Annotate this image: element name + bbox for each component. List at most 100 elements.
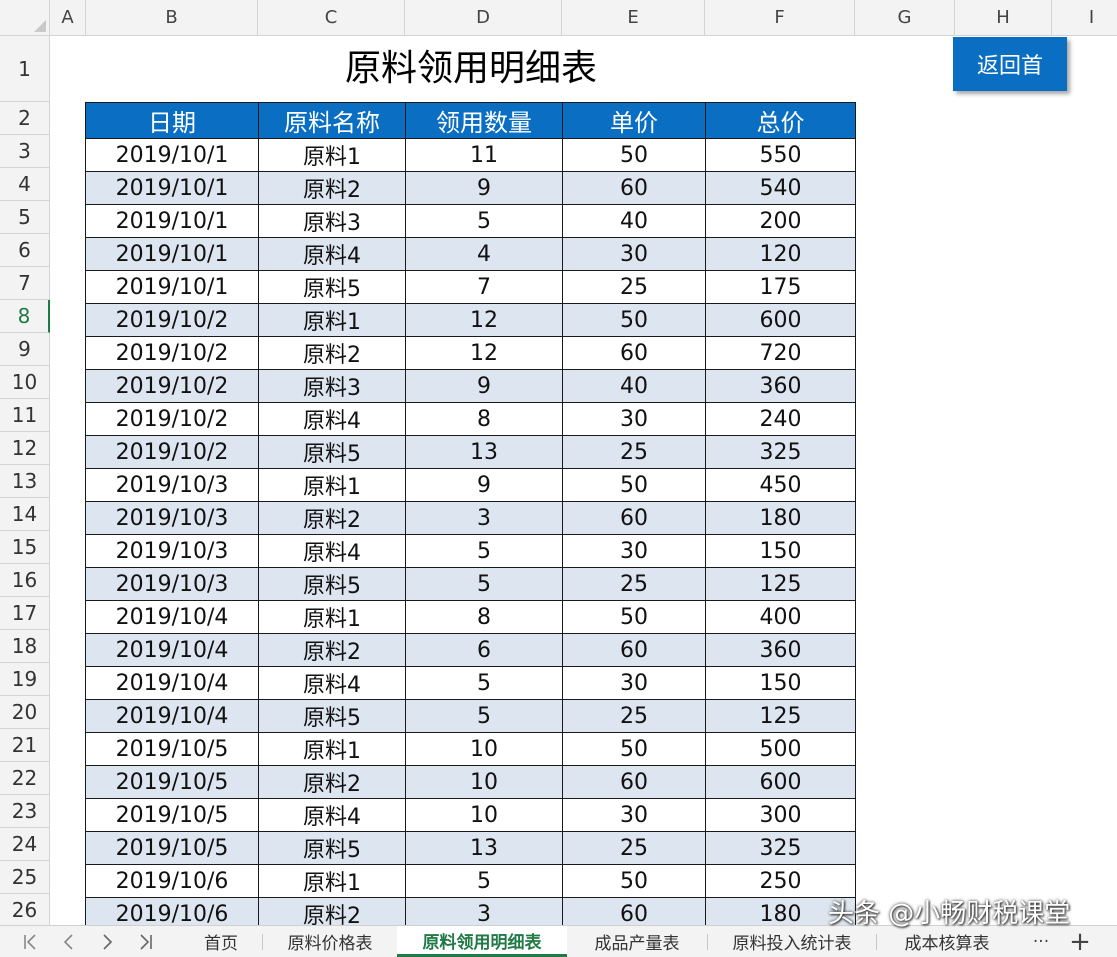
row-header-14[interactable]: 14: [0, 498, 50, 531]
first-sheet-icon[interactable]: [12, 926, 48, 957]
table-cell[interactable]: 25: [562, 831, 706, 865]
table-cell[interactable]: 60: [562, 633, 706, 667]
table-header-cell[interactable]: 总价: [705, 102, 856, 139]
table-cell[interactable]: 25: [562, 567, 706, 601]
table-header-cell[interactable]: 领用数量: [405, 102, 563, 139]
row-header-3[interactable]: 3: [0, 135, 50, 168]
row-header-26[interactable]: 26: [0, 894, 50, 925]
table-cell[interactable]: 5: [405, 534, 563, 568]
tab-product-output[interactable]: 成品产量表: [567, 926, 707, 957]
table-cell[interactable]: 原料1: [258, 138, 406, 172]
column-header-g[interactable]: G: [855, 0, 955, 36]
table-cell[interactable]: 200: [705, 204, 856, 238]
more-tabs-icon[interactable]: ···: [1022, 926, 1060, 957]
row-header-16[interactable]: 16: [0, 564, 50, 597]
table-cell[interactable]: 50: [562, 303, 706, 337]
table-cell[interactable]: 5: [405, 699, 563, 733]
table-cell[interactable]: 2019/10/1: [85, 138, 259, 172]
table-cell[interactable]: 120: [705, 237, 856, 271]
table-cell[interactable]: 2019/10/1: [85, 204, 259, 238]
column-header-c[interactable]: C: [258, 0, 405, 36]
next-sheet-icon[interactable]: [90, 926, 126, 957]
row-header-19[interactable]: 19: [0, 663, 50, 696]
table-cell[interactable]: 原料3: [258, 204, 406, 238]
table-cell[interactable]: 2019/10/3: [85, 534, 259, 568]
table-cell[interactable]: 原料4: [258, 534, 406, 568]
table-cell[interactable]: 500: [705, 732, 856, 766]
row-header-10[interactable]: 10: [0, 366, 50, 399]
row-header-7[interactable]: 7: [0, 267, 50, 300]
tab-material-price[interactable]: 原料价格表: [263, 926, 397, 957]
table-cell[interactable]: 2019/10/2: [85, 369, 259, 403]
row-header-21[interactable]: 21: [0, 729, 50, 762]
table-cell[interactable]: 2019/10/2: [85, 402, 259, 436]
row-header-2[interactable]: 2: [0, 102, 50, 135]
table-cell[interactable]: 60: [562, 171, 706, 205]
column-header-h[interactable]: H: [955, 0, 1052, 36]
table-cell[interactable]: 9: [405, 468, 563, 502]
add-sheet-icon[interactable]: +: [1062, 926, 1098, 957]
column-header-e[interactable]: E: [562, 0, 705, 36]
row-header-4[interactable]: 4: [0, 168, 50, 201]
table-cell[interactable]: 60: [562, 336, 706, 370]
table-cell[interactable]: 原料2: [258, 171, 406, 205]
table-cell[interactable]: 2019/10/2: [85, 303, 259, 337]
table-cell[interactable]: 150: [705, 534, 856, 568]
table-cell[interactable]: 50: [562, 732, 706, 766]
column-header-f[interactable]: F: [705, 0, 855, 36]
row-header-22[interactable]: 22: [0, 762, 50, 795]
table-cell[interactable]: 5: [405, 567, 563, 601]
table-cell[interactable]: 2019/10/6: [85, 864, 259, 898]
row-header-17[interactable]: 17: [0, 597, 50, 630]
table-cell[interactable]: 原料4: [258, 402, 406, 436]
table-cell[interactable]: 3: [405, 501, 563, 535]
table-cell[interactable]: 原料5: [258, 831, 406, 865]
table-cell[interactable]: 2019/10/5: [85, 765, 259, 799]
select-all-corner[interactable]: [0, 0, 50, 36]
table-cell[interactable]: 11: [405, 138, 563, 172]
table-cell[interactable]: 125: [705, 567, 856, 601]
row-header-12[interactable]: 12: [0, 432, 50, 465]
table-cell[interactable]: 300: [705, 798, 856, 832]
table-cell[interactable]: 2019/10/3: [85, 468, 259, 502]
table-cell[interactable]: 10: [405, 732, 563, 766]
table-cell[interactable]: 60: [562, 501, 706, 535]
table-cell[interactable]: 13: [405, 831, 563, 865]
table-cell[interactable]: 180: [705, 501, 856, 535]
table-cell[interactable]: 40: [562, 369, 706, 403]
table-cell[interactable]: 2019/10/2: [85, 336, 259, 370]
row-header-13[interactable]: 13: [0, 465, 50, 498]
table-cell[interactable]: 550: [705, 138, 856, 172]
table-cell[interactable]: 240: [705, 402, 856, 436]
row-header-20[interactable]: 20: [0, 696, 50, 729]
table-cell[interactable]: 50: [562, 600, 706, 634]
tab-material-input-stats[interactable]: 原料投入统计表: [708, 926, 876, 957]
table-cell[interactable]: 5: [405, 666, 563, 700]
table-cell[interactable]: 325: [705, 435, 856, 469]
table-cell[interactable]: 25: [562, 699, 706, 733]
table-cell[interactable]: 原料1: [258, 303, 406, 337]
table-cell[interactable]: 2019/10/6: [85, 897, 259, 925]
table-cell[interactable]: 2019/10/3: [85, 501, 259, 535]
table-cell[interactable]: 4: [405, 237, 563, 271]
row-header-6[interactable]: 6: [0, 234, 50, 267]
column-header-d[interactable]: D: [405, 0, 562, 36]
table-cell[interactable]: 150: [705, 666, 856, 700]
table-cell[interactable]: 5: [405, 204, 563, 238]
prev-sheet-icon[interactable]: [50, 926, 86, 957]
last-sheet-icon[interactable]: [128, 926, 164, 957]
table-cell[interactable]: 50: [562, 468, 706, 502]
table-cell[interactable]: 原料1: [258, 732, 406, 766]
row-header-5[interactable]: 5: [0, 201, 50, 234]
table-cell[interactable]: 8: [405, 402, 563, 436]
return-home-button[interactable]: 返回首: [953, 37, 1067, 91]
table-cell[interactable]: 720: [705, 336, 856, 370]
table-cell[interactable]: 30: [562, 666, 706, 700]
table-cell[interactable]: 400: [705, 600, 856, 634]
table-cell[interactable]: 30: [562, 534, 706, 568]
table-cell[interactable]: 125: [705, 699, 856, 733]
table-cell[interactable]: 原料3: [258, 369, 406, 403]
table-header-cell[interactable]: 单价: [562, 102, 706, 139]
row-header-1[interactable]: 1: [0, 36, 50, 102]
table-cell[interactable]: 原料5: [258, 699, 406, 733]
